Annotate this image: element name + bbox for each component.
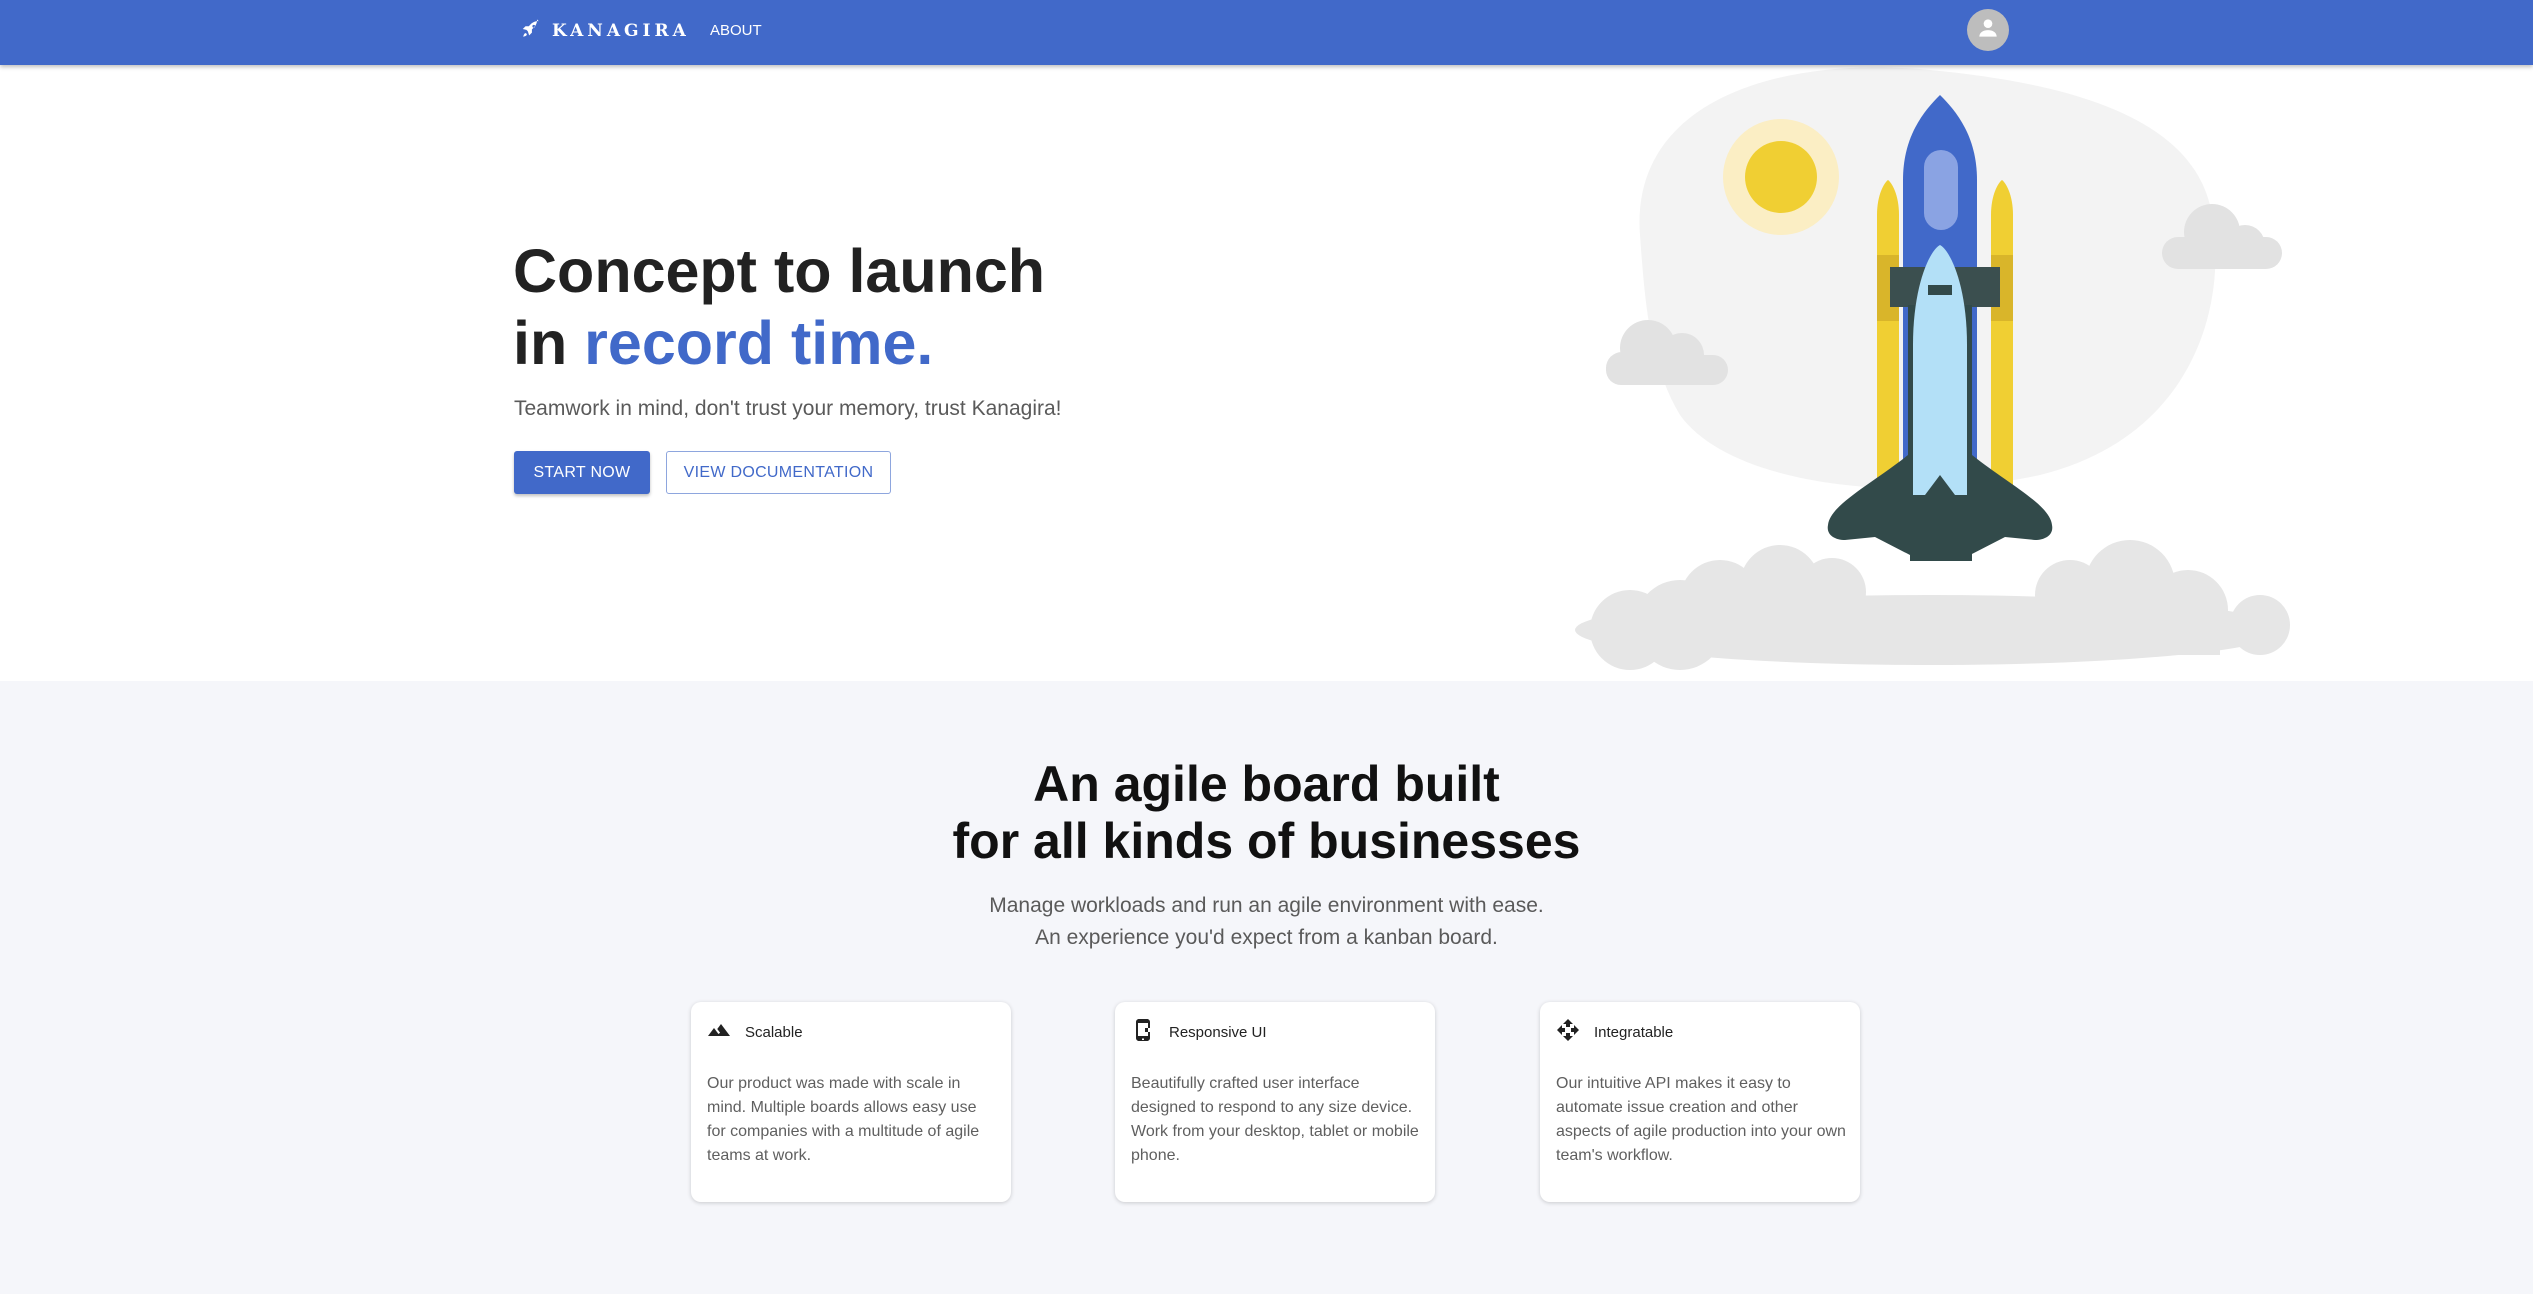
hero-title-line1: Concept to launch [513, 237, 1046, 305]
hero-subtitle: Teamwork in mind, don't trust your memor… [514, 397, 1062, 420]
shuttle-cockpit [1928, 285, 1952, 295]
rocket-window [1924, 150, 1958, 230]
shuttle-engine [1910, 535, 1972, 561]
features-subtitle: Manage workloads and run an agile enviro… [0, 890, 2533, 954]
features-heading-line1: An agile board built [1033, 756, 1500, 812]
hero-section: Concept to launch in record time. Teamwo… [0, 65, 2533, 681]
feature-card-title: Scalable [745, 1024, 803, 1041]
rocket-launch-illustration [1575, 67, 2290, 670]
brand-name: KANAGIRA [552, 21, 690, 41]
brand-logo-link[interactable]: KANAGIRA [520, 18, 690, 44]
features-heading: An agile board built for all kinds of bu… [0, 756, 2533, 870]
feature-card-header: Integratable [1556, 1018, 1673, 1047]
hero-title-line2: in record time. [513, 307, 1045, 379]
feature-card-title: Integratable [1594, 1024, 1674, 1041]
nav-about-link[interactable]: ABOUT [710, 22, 762, 39]
features-subtitle-line1: Manage workloads and run an agile enviro… [989, 894, 1544, 917]
rocket-icon [520, 18, 542, 45]
feature-card-header: Scalable [707, 1018, 803, 1047]
feature-card-header: Responsive UI [1131, 1018, 1267, 1047]
top-app-bar: KANAGIRA ABOUT [0, 0, 2533, 65]
landscape-icon [707, 1018, 731, 1047]
feature-card-scalable: Scalable Our product was made with scale… [691, 1002, 1011, 1202]
account-circle-icon [1975, 15, 2001, 46]
move-arrows-icon [1556, 1018, 1580, 1047]
features-subtitle-line2: An experience you'd expect from a kanban… [1035, 926, 1498, 949]
view-documentation-button[interactable]: VIEW DOCUMENTATION [666, 451, 891, 494]
hero-title-accent: record time. [584, 309, 934, 377]
feature-card-responsive-ui: Responsive UI Beautifully crafted user i… [1115, 1002, 1435, 1202]
avatar-button[interactable] [1967, 9, 2009, 51]
feature-card-integratable: Integratable Our intuitive API makes it … [1540, 1002, 1860, 1202]
mobile-phone-icon [1131, 1018, 1155, 1047]
feature-card-body: Our intuitive API makes it easy to autom… [1556, 1075, 1846, 1164]
start-now-button[interactable]: START NOW [514, 451, 650, 494]
feature-card-body: Our product was made with scale in mind.… [707, 1075, 980, 1164]
hero-title: Concept to launch in record time. [513, 235, 1045, 379]
hero-title-in: in [513, 309, 585, 377]
sun [1745, 141, 1817, 213]
features-heading-line2: for all kinds of businesses [952, 813, 1581, 869]
feature-card-body: Beautifully crafted user interface desig… [1131, 1075, 1419, 1164]
feature-card-title: Responsive UI [1169, 1024, 1267, 1041]
shuttle-body [1913, 245, 1967, 495]
